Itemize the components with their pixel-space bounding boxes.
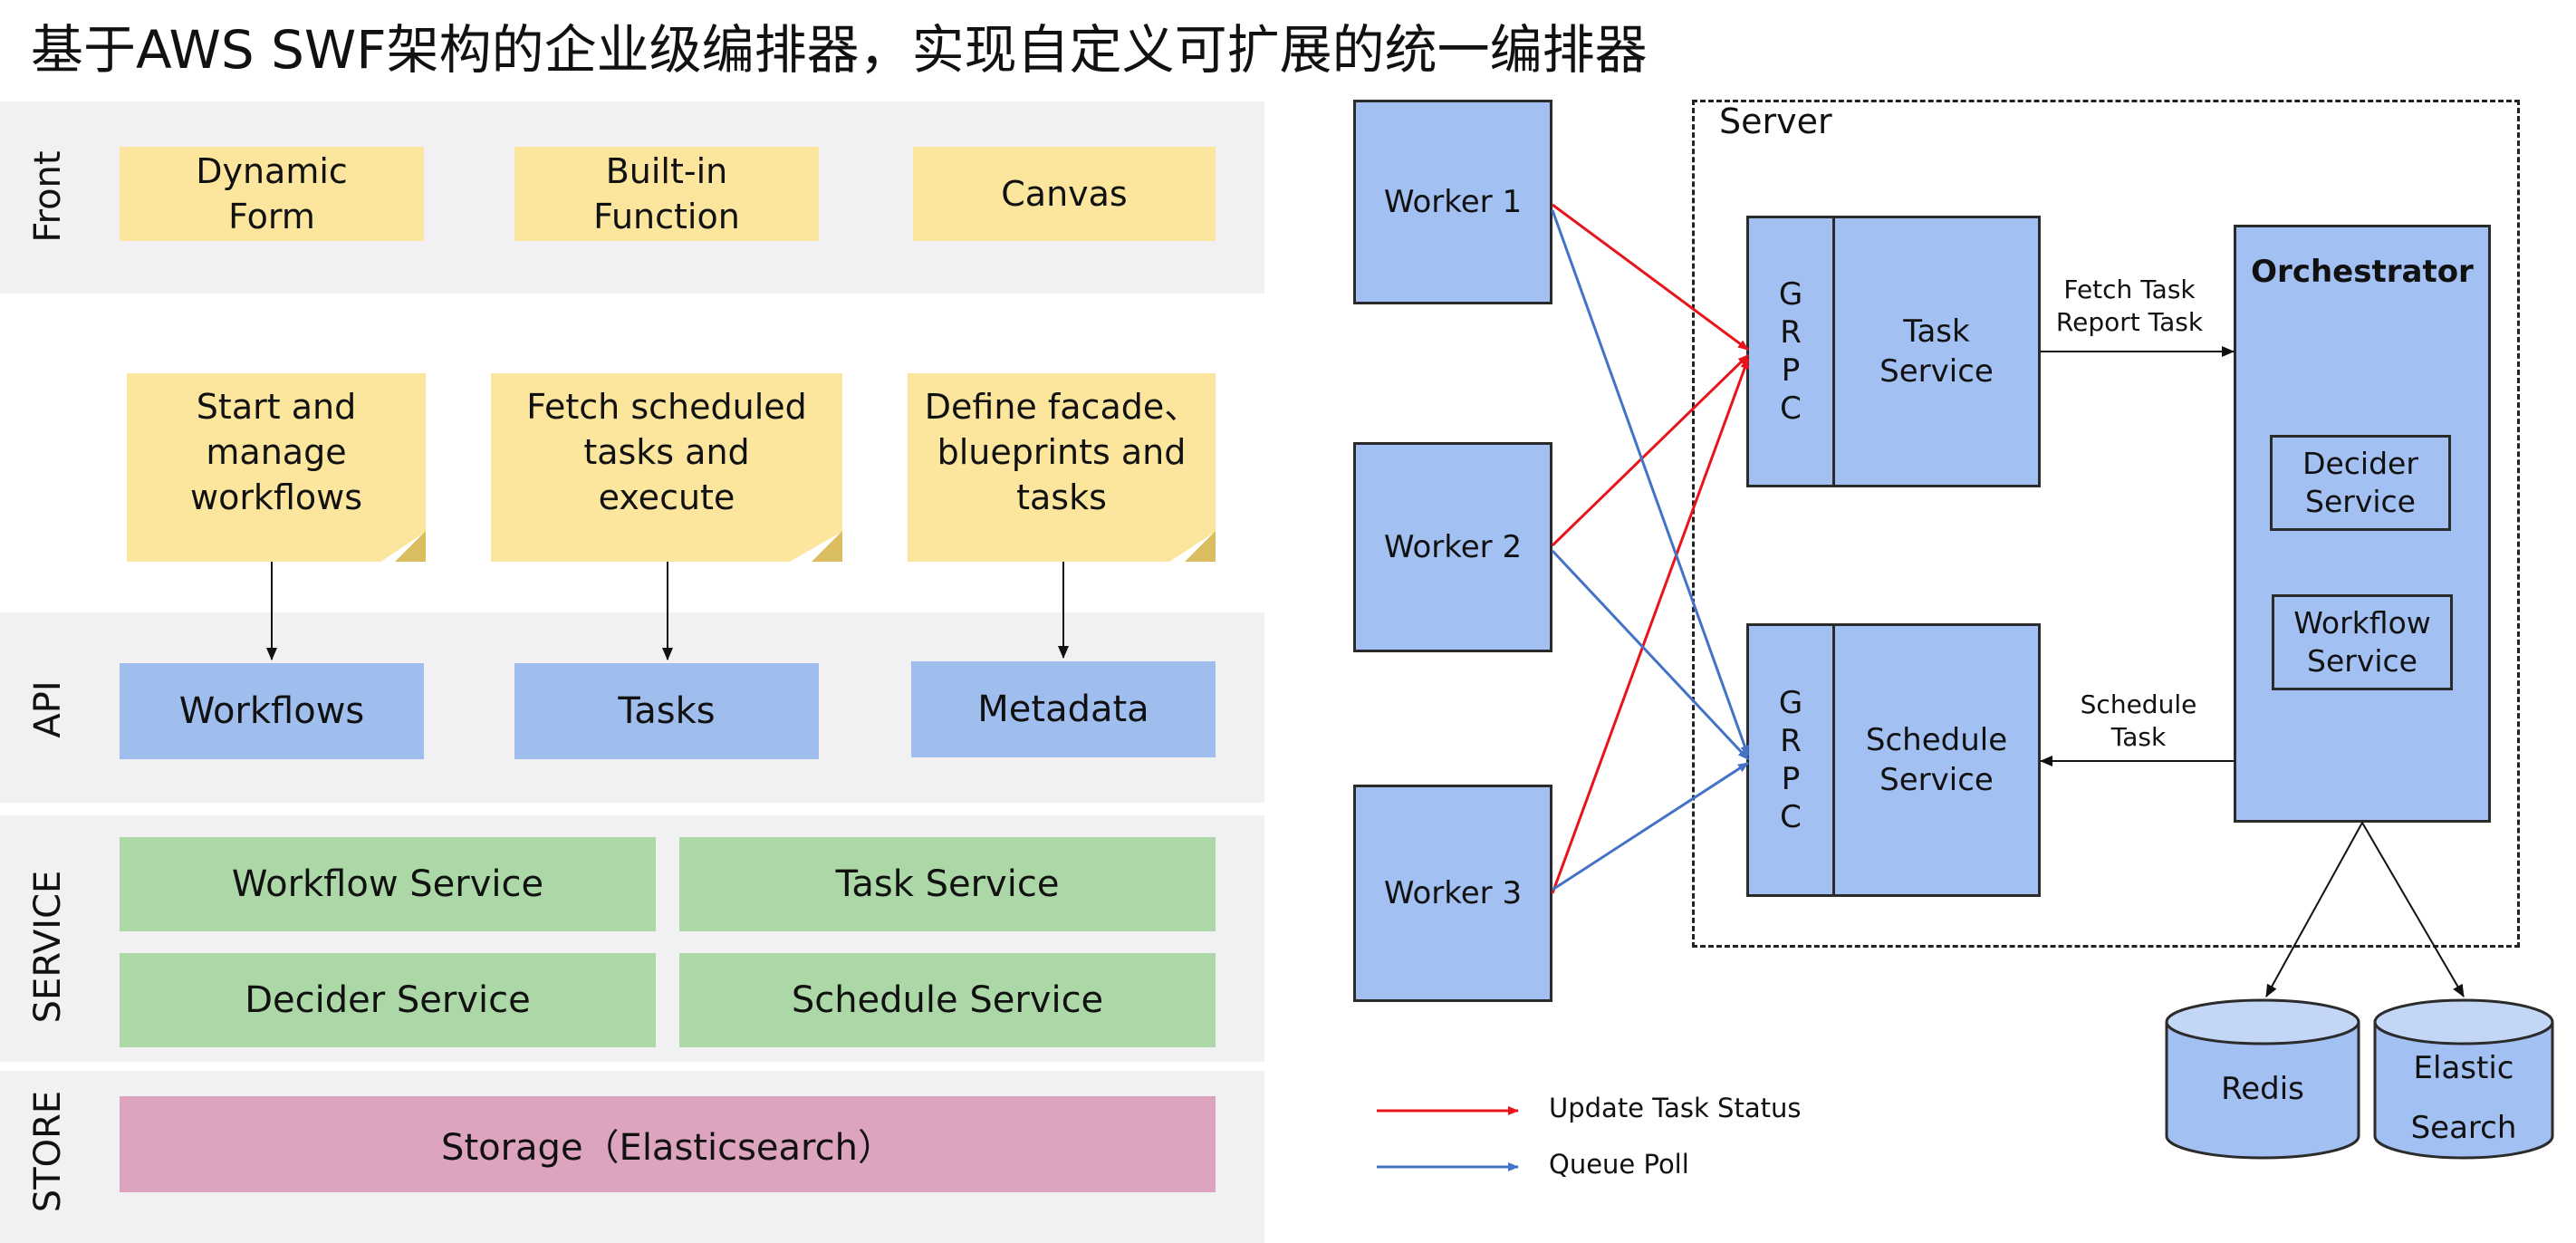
arrow-worker2-update-status (1551, 353, 1750, 547)
arrow-worker1-update-status (1552, 203, 1749, 352)
diagram-connectors (266, 203, 2554, 1171)
arrow-orchestrator-elastic (2361, 822, 2465, 997)
arrow-worker3-update-status (1551, 358, 1750, 894)
legend-update-task-status: Update Task Status (1549, 1093, 1802, 1123)
redis-label: Redis (2221, 1071, 2304, 1107)
arrow-worker1-queue-poll (1551, 209, 1750, 756)
legend-queue-poll: Queue Poll (1549, 1149, 1689, 1180)
elasticsearch-label: Elastic Search (2410, 1050, 2517, 1146)
arrow-worker3-queue-poll (1552, 761, 1749, 891)
arrow-worker2-queue-poll (1551, 549, 1750, 761)
arrow-orchestrator-redis (2265, 822, 2363, 997)
